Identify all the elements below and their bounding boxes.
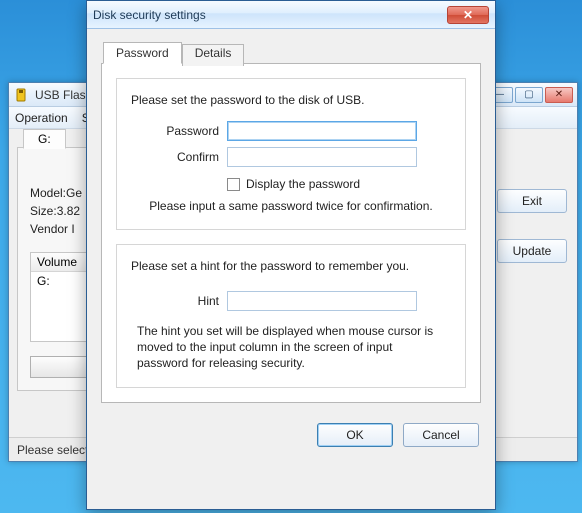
usb-app-icon xyxy=(13,87,29,103)
drive-tab[interactable]: G: xyxy=(23,129,66,149)
menu-operation[interactable]: Operation xyxy=(15,111,68,125)
tab-strip: Password Details xyxy=(103,42,481,64)
password-group: Please set the password to the disk of U… xyxy=(116,78,466,230)
dialog-titlebar: Disk security settings ✕ xyxy=(87,1,495,29)
hint-label: Hint xyxy=(131,294,219,308)
password-note: Please input a same password twice for c… xyxy=(131,199,451,213)
dialog-title: Disk security settings xyxy=(93,8,206,22)
dialog-close-button[interactable]: ✕ xyxy=(447,6,489,24)
tab-password[interactable]: Password xyxy=(103,42,182,64)
maximize-button[interactable]: ▢ xyxy=(515,87,543,103)
hint-group-heading: Please set a hint for the password to re… xyxy=(131,259,451,273)
password-label: Password xyxy=(131,124,219,138)
hint-input[interactable] xyxy=(227,291,417,311)
hint-note: The hint you set will be displayed when … xyxy=(137,323,445,371)
display-password-checkbox[interactable] xyxy=(227,178,240,191)
dialog-button-bar: OK Cancel xyxy=(87,413,495,447)
cancel-button[interactable]: Cancel xyxy=(403,423,479,447)
display-password-label[interactable]: Display the password xyxy=(246,177,360,191)
confirm-input[interactable] xyxy=(227,147,417,167)
close-icon: ✕ xyxy=(463,8,473,22)
tab-details[interactable]: Details xyxy=(182,44,245,66)
tab-panel-password: Please set the password to the disk of U… xyxy=(101,63,481,403)
confirm-label: Confirm xyxy=(131,150,219,164)
hint-group: Please set a hint for the password to re… xyxy=(116,244,466,388)
ok-button[interactable]: OK xyxy=(317,423,393,447)
password-input[interactable] xyxy=(227,121,417,141)
disk-security-dialog: Disk security settings ✕ Password Detail… xyxy=(86,0,496,510)
password-group-heading: Please set the password to the disk of U… xyxy=(131,93,451,107)
exit-button[interactable]: Exit xyxy=(497,189,567,213)
close-button[interactable]: ✕ xyxy=(545,87,573,103)
update-button[interactable]: Update xyxy=(497,239,567,263)
